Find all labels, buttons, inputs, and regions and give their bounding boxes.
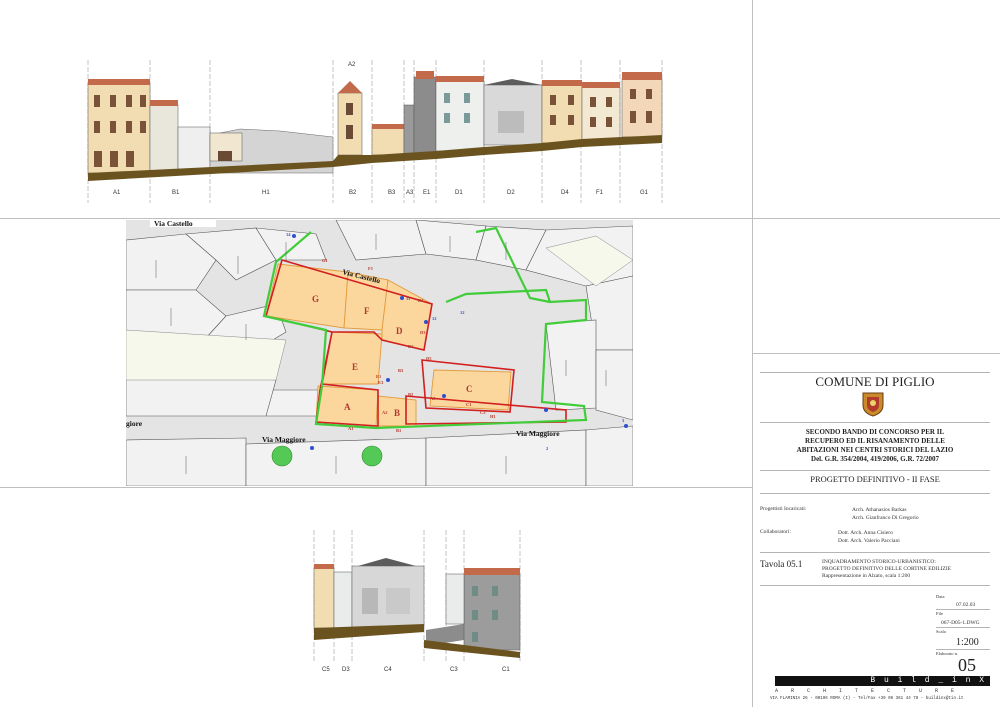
file-value: 067-D05-1.DWG [941,620,980,626]
arrow-tag: 12 [460,310,465,315]
bottom-elevation-drawing [313,530,521,662]
bay-label: H1 [262,190,270,196]
block-label: B [394,408,400,418]
ref-label: D2 [408,344,414,349]
ref-label: B1 [396,428,402,433]
scale-label: Scala [936,629,946,634]
brand-bar: B u i l d _ i n X [775,676,990,686]
scale-value: 1:200 [956,637,979,648]
phase-title: PROGETTO DEFINITIVO - II FASE [810,474,940,484]
arrow-tag: 14 [286,232,291,237]
designer-name: Arch. Athanasios Barkas [852,507,907,513]
street-label-fragment: giore [126,419,143,428]
title-rule [760,585,990,586]
sheet-number: Tavola 05.1 [760,559,803,569]
street-label-via-castello-top: Via Castello [154,220,193,228]
heading-line: SECONDO BANDO DI CONCORSO PER IL [805,428,945,436]
elab-value: 05 [958,655,976,675]
ref-label: B2 [408,392,414,397]
bay-label: F1 [596,190,604,196]
block-label: G [312,294,319,304]
ref-label: C2 [480,410,486,415]
ref-label: B3 [398,368,404,373]
title-rule [760,552,990,553]
frame-divider-top [0,218,1000,219]
ref-label: D5 [426,356,432,361]
block-label: C [466,384,473,394]
street-label-via-maggiore: Via Maggiore [262,435,306,444]
bay-label: B2 [349,190,357,196]
brand-subtitle: A R C H I T E C T U R E [775,688,960,694]
block-label: F [364,306,370,316]
ref-label: F1 [368,266,374,271]
collaborators-list: Dott. Arch. Anna Cisiero Dott. Arch. Val… [838,529,900,545]
bay-label: C4 [384,667,392,673]
bay-label: E1 [423,190,431,196]
bay-label: A3 [406,190,414,196]
municipality-title: COMUNE DI PIGLIO [815,374,935,389]
file-label: File [936,611,944,616]
callout-a2: A2 [348,62,356,68]
collaborator-name: Dott. Arch. Valerio Pacciani [838,538,900,544]
block-label: E [352,362,358,372]
ref-label: E1 [376,374,382,379]
coat-of-arms [861,391,885,421]
title-rule [760,372,990,373]
title-rule [760,422,990,423]
sheet-description: INQUADRAMENTO STORICO-URBANISTICO: PROGE… [822,559,951,580]
bay-label: B1 [172,190,180,196]
footer-address: VIA FLAMINIA 26 - 00196 ROMA (I) - Tel/F… [770,697,964,701]
arrow-tag: 11 [406,296,411,301]
bay-label: A1 [113,190,121,196]
top-elevation-drawing [87,60,663,203]
street-label-via-maggiore: Via Maggiore [516,429,560,438]
elab-label: Elaborato n. [936,651,958,656]
frame-divider-bottom [0,487,752,488]
bay-label: D4 [561,190,569,196]
ref-label: D1 [418,298,424,303]
ref-label: A2 [382,410,388,415]
bay-label: B3 [388,190,396,196]
designer-name: Arch. Gianfranco Di Gregorio [852,515,919,521]
ref-label: D3 [420,330,426,335]
sheet-desc-line: PROGETTO DEFINITIVO DELLE CORTINE EDILIZ… [822,566,952,572]
bay-label: G1 [640,190,649,196]
date-label: Data [936,594,945,599]
competition-heading: SECONDO BANDO DI CONCORSO PER IL RECUPER… [760,428,990,464]
collaborator-name: Dott. Arch. Anna Cisiero [838,530,893,536]
bay-label: D2 [507,190,515,196]
title-rule [760,470,990,471]
frame-divider-right [752,353,1000,354]
bay-label: C1 [502,667,510,673]
date-value: 07.02.03 [956,602,976,608]
designers-label: Progettisti Incaricati: [760,506,807,512]
heading-line: Del. G.R. 354/2004, 419/2006, G.R. 72/20… [811,455,939,463]
bay-label: D1 [455,190,463,196]
heading-line: RECUPERO ED IL RISANAMENTO DELLE [805,437,945,445]
title-rule [936,609,990,610]
bay-label: D3 [342,667,350,673]
ref-label: E3 [378,380,384,385]
arrow-tag: 12 [432,316,437,321]
ref-label: A3 [430,396,436,401]
heading-line: ABITAZIONI NEI CENTRI STORICI DEL LAZIO [796,446,954,454]
title-rule [936,627,990,628]
sheet-desc-line: INQUADRAMENTO STORICO-URBANISTICO: [822,559,936,565]
block-label: A [344,402,351,412]
ref-label: C1 [466,402,472,407]
ref-label: G1 [322,258,329,263]
ref-label: H1 [490,414,497,419]
title-rule [760,493,990,494]
block-label: D [396,326,403,336]
site-plan: G F D E C A B G1 F1 D1 E1 D3 D2 C1 C2 A1… [126,220,633,486]
bay-label: C3 [450,667,458,673]
title-rule [936,649,990,650]
ref-label: A1 [348,426,354,431]
collaborators-label: Collaboratori: [760,529,791,535]
bay-label: C5 [322,667,330,673]
sheet-desc-line: Rappresentazione in Alzato, scala 1:200 [822,573,911,579]
designers-list: Arch. Athanasios Barkas Arch. Gianfranco… [852,506,919,522]
